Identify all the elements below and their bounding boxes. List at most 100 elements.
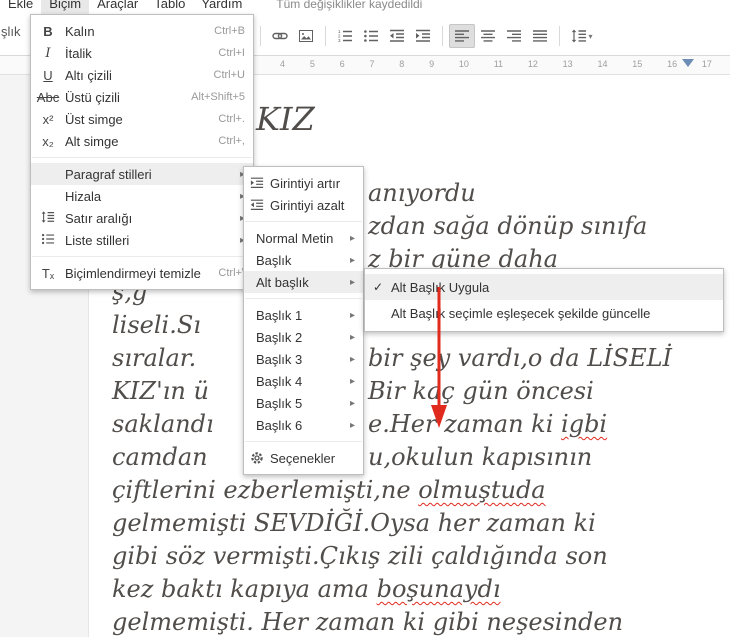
menu-tablo[interactable]: Tablo — [146, 0, 193, 15]
menu-item-label: Liste stilleri — [65, 232, 130, 248]
menu-item-baslik-3[interactable]: Başlık 3 ▸ — [244, 348, 363, 370]
align-right-button[interactable] — [501, 24, 527, 48]
list-styles-icon — [31, 232, 65, 249]
menu-yardim[interactable]: Yardım — [193, 0, 250, 15]
ruler-number: 17 — [701, 59, 712, 69]
doc-text-line: bir şey vardı,o da LİSELİ — [368, 344, 673, 372]
menu-item-secenekler[interactable]: Seçenekler — [244, 447, 363, 469]
submenu-arrow-icon: ▸ — [349, 375, 355, 387]
styles-dropdown-fragment[interactable]: şlık — [1, 24, 21, 39]
menu-item-shortcut: Ctrl+, — [218, 135, 245, 147]
ruler-number: 13 — [562, 59, 573, 69]
menu-item-label: Üst simge — [65, 111, 123, 127]
bulleted-list-icon — [364, 30, 378, 42]
insert-link-icon — [272, 32, 288, 40]
ruler-number: 9 — [429, 59, 435, 69]
menu-item-baslik[interactable]: Başlık ▸ — [244, 249, 363, 271]
insert-link-button[interactable] — [267, 24, 293, 48]
paragraph-styles-submenu: Girintiyi artır Girintiyi azalt Normal M… — [243, 166, 364, 475]
menu-item-alti-cizili[interactable]: U Altı çizili Ctrl+U — [31, 64, 253, 86]
menu-item-shortcut: Ctrl+B — [214, 25, 245, 37]
submenu-arrow-icon: ▸ — [349, 232, 355, 244]
align-left-button[interactable] — [449, 24, 475, 48]
dropdown-caret-icon: ▾ — [588, 31, 593, 41]
align-left-icon — [455, 30, 469, 42]
indent-increase-button[interactable] — [410, 24, 436, 48]
menu-item-bicimlendirmeyi-temizle[interactable]: Tₓ Biçimlendirmeyi temizle Ctrl+\ — [31, 262, 253, 284]
ruler-number: 6 — [339, 59, 345, 69]
menu-item-alt-simge[interactable]: x₂ Alt simge Ctrl+, — [31, 130, 253, 152]
menu-item-label: Satır aralığı — [65, 210, 133, 226]
toolbar-separator — [325, 26, 326, 46]
line-spacing-button[interactable]: ▾ — [566, 24, 598, 48]
submenu-arrow-icon: ▸ — [349, 353, 355, 365]
indent-decrease-icon — [390, 29, 404, 42]
bulleted-list-button[interactable] — [358, 24, 384, 48]
doc-title-fragment: KIZ — [256, 100, 315, 138]
menu-item-baslik-4[interactable]: Başlık 4 ▸ — [244, 370, 363, 392]
menu-item-kalin[interactable]: B Kalın Ctrl+B — [31, 20, 253, 42]
menu-item-alt-baslik-guncelle[interactable]: Alt Başlık seçimle eşleşecek şekilde gün… — [365, 300, 723, 326]
menu-item-ust-simge[interactable]: x² Üst simge Ctrl+. — [31, 108, 253, 130]
align-justify-icon — [533, 30, 547, 42]
menu-item-satir-araligi[interactable]: Satır aralığı ▸ — [31, 207, 253, 229]
menu-item-label: Alt simge — [65, 133, 119, 149]
doc-text-line: saklandı — [112, 410, 214, 438]
menu-item-label: Üstü çizili — [65, 89, 120, 105]
menu-item-baslik-1[interactable]: Başlık 1 ▸ — [244, 304, 363, 326]
menu-item-label: Başlık 4 — [256, 373, 303, 389]
bold-icon: B — [43, 23, 53, 39]
menu-item-alt-baslik-uygula[interactable]: ✓ Alt Başlık Uygula — [365, 274, 723, 300]
menu-item-liste-stilleri[interactable]: Liste stilleri ▸ — [31, 229, 253, 251]
ruler-number: 7 — [369, 59, 375, 69]
insert-image-button[interactable] — [293, 24, 319, 48]
misspelled-word: boşunaydı — [376, 575, 501, 603]
menu-item-italik[interactable]: I İtalik Ctrl+I — [31, 42, 253, 64]
menu-item-shortcut: Ctrl+\ — [218, 267, 245, 279]
indent-increase-icon — [244, 176, 270, 190]
menu-ekle[interactable]: Ekle — [0, 0, 41, 15]
misspelled-word: igbi — [561, 410, 608, 438]
menu-item-baslik-6[interactable]: Başlık 6 ▸ — [244, 414, 363, 436]
menu-item-label: Başlık 6 — [256, 417, 303, 433]
misspelled-word: olmuştuda — [418, 476, 546, 504]
doc-text-line: zdan sağa dönüp sınıfa — [368, 212, 648, 240]
menu-item-normal-metin[interactable]: Normal Metin ▸ — [244, 227, 363, 249]
ruler-number: 11 — [493, 59, 504, 69]
align-right-icon — [507, 30, 521, 42]
menu-item-ustu-cizili[interactable]: Abc Üstü çizili Alt+Shift+5 — [31, 86, 253, 108]
right-indent-marker[interactable] — [682, 59, 694, 67]
menu-item-hizala[interactable]: Hizala ▸ — [31, 185, 253, 207]
superscript-icon: x² — [42, 111, 54, 127]
svg-text:3: 3 — [338, 38, 341, 43]
doc-text-segment: çiftlerini ezberlemişti,ne — [112, 476, 419, 504]
menu-item-label: Girintiyi azalt — [270, 197, 345, 213]
subtitle-submenu: ✓ Alt Başlık Uygula Alt Başlık seçimle e… — [364, 268, 724, 332]
doc-text-line: gibi söz vermişti.Çıkış zili çaldığında … — [112, 542, 608, 570]
doc-text-line: kez baktı kapıya ama boşunaydı — [112, 575, 501, 603]
align-center-button[interactable] — [475, 24, 501, 48]
numbered-list-button[interactable]: 123 — [332, 24, 358, 48]
menu-item-girintiyi-azalt[interactable]: Girintiyi azalt — [244, 194, 363, 216]
menu-separator — [245, 441, 362, 442]
menu-separator — [245, 221, 362, 222]
menu-item-label: Başlık 3 — [256, 351, 303, 367]
menu-araclar[interactable]: Araçlar — [89, 0, 146, 15]
ruler-numbers: 4 5 6 7 8 9 10 11 12 13 14 15 16 17 — [280, 59, 712, 69]
menu-item-label: Girintiyi artır — [270, 175, 341, 191]
menu-separator — [32, 256, 252, 257]
doc-text-line: gelmemişti SEVDİĞİ.Oysa her zaman ki — [112, 509, 596, 537]
menu-bicim[interactable]: Biçim — [41, 0, 90, 15]
menu-item-baslik-5[interactable]: Başlık 5 ▸ — [244, 392, 363, 414]
menu-item-girintiyi-artir[interactable]: Girintiyi artır — [244, 172, 363, 194]
menu-item-paragraf-stilleri[interactable]: Paragraf stilleri ▸ — [31, 163, 253, 185]
align-justify-button[interactable] — [527, 24, 553, 48]
subscript-icon: x₂ — [42, 133, 54, 149]
doc-text-line: Bir kaç gün öncesi — [368, 377, 594, 405]
check-icon: ✓ — [372, 280, 384, 294]
menu-item-baslik-2[interactable]: Başlık 2 ▸ — [244, 326, 363, 348]
menu-item-alt-baslik[interactable]: Alt başlık ▸ — [244, 271, 363, 293]
toolbar-separator — [442, 26, 443, 46]
menu-item-label: Hizala — [65, 188, 102, 204]
indent-decrease-button[interactable] — [384, 24, 410, 48]
